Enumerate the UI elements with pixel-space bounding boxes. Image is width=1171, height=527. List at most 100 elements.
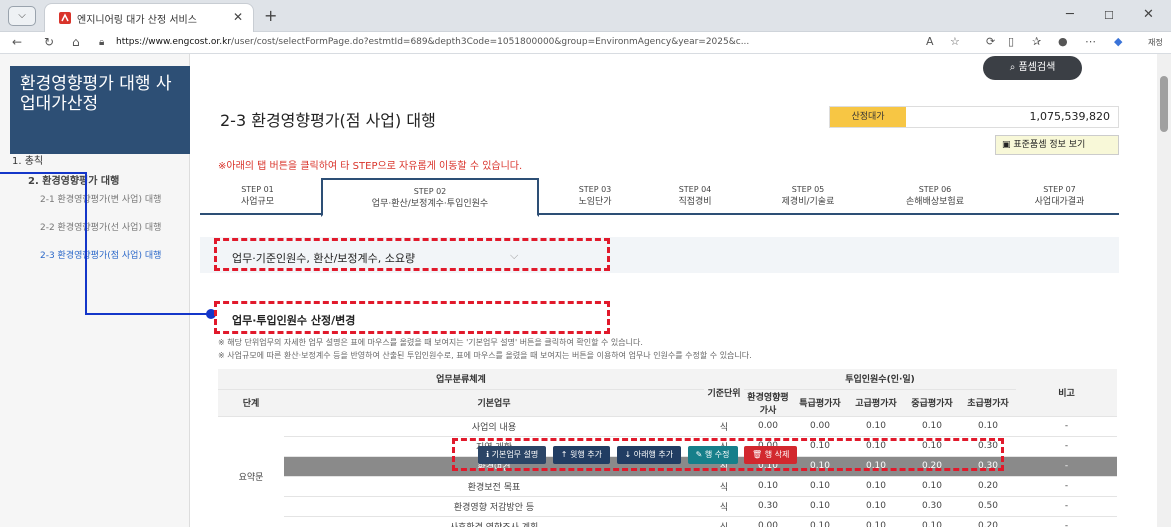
favorites-icon[interactable]: ✰ [1032,35,1041,48]
cost-summary: 산정대가 1,075,539,820 [829,106,1119,128]
sidebar-sub-item-2-1[interactable]: 2-1 환경영향평가(변 사업) 대행 [40,194,170,206]
value-cell: 0.30 [744,496,792,517]
url-field[interactable]: https://www.engcost.or.kr/user/cost/sele… [116,37,906,47]
highlight-box-section1 [214,238,610,271]
task-cell: 사업의 내용 [284,416,704,437]
task-cell: 사후환경 영향조사 계획 [284,516,704,527]
highlight-box-section2 [214,301,610,334]
value-cell: 0.10 [792,476,848,497]
sync-icon[interactable]: ⟳ [986,35,995,48]
site-favicon-icon [59,12,71,24]
profile-icon[interactable]: ● [1058,35,1068,48]
tab-step-05[interactable]: STEP 05 제경비/기술료 [748,178,868,214]
task-cell: 환경보전 목표 [284,476,704,497]
value-cell: 0.20 [960,516,1016,527]
tab-list-chevron-icon[interactable]: ⌵ [8,6,36,26]
read-aloud-icon[interactable]: A [926,35,934,48]
col-grade: 초급평가자 [960,389,1016,417]
annotation-connector-line [0,172,87,174]
home-icon[interactable]: ⌂ [72,35,80,49]
split-screen-icon[interactable]: ▯ [1008,35,1014,48]
table-row[interactable]: 사후환경 영향조사 계획 식 0.00 0.10 0.10 0.10 0.20 … [218,516,1117,527]
search-button-label: 품셈검색 [1018,62,1056,73]
step-number: STEP 07 [1043,185,1076,194]
sidebar-sub-item-2-2[interactable]: 2-2 환경영향평가(선 사업) 대행 [40,222,170,234]
tab-step-04[interactable]: STEP 04 직접경비 [645,178,745,214]
std-info-label: 표준품셈 정보 보기 [1013,140,1086,150]
page-scrollbar[interactable] [1157,54,1171,527]
table-row[interactable]: 요약문 사업의 내용 식 0.00 0.00 0.10 0.10 0.10 - [218,416,1117,527]
maximize-icon[interactable]: ☐ [1104,9,1114,22]
annotation-connector-line [85,313,212,315]
note-cell: - [1016,516,1117,527]
sidebar-item-general[interactable]: 1. 총칙 [12,152,43,167]
new-tab-icon[interactable]: + [264,6,277,25]
annotation-connector-line [85,172,87,314]
tab-notice: ※아래의 탭 버튼을 클릭하여 타 STEP으로 자유롭게 이동할 수 있습니다… [218,161,523,172]
refresh-icon[interactable]: ↻ [44,35,54,49]
sidebar-sub-item-2-3[interactable]: 2-3 환경영향평가(점 사업) 대행 [40,250,170,262]
col-note: 비고 [1016,369,1117,417]
tab-step-02[interactable]: STEP 02 업무·환산/보정계수·투입인원수 [321,178,539,217]
lock-icon: 🔒︎ [99,37,105,48]
minimize-icon[interactable]: ─ [1066,7,1074,22]
step-number: STEP 01 [241,185,274,194]
value-cell: 0.50 [960,496,1016,517]
value-cell: 0.10 [848,416,904,437]
value-cell: 0.10 [904,476,960,497]
col-group-people: 투입인원수(인·일) [744,369,1016,390]
address-bar: ← ↻ ⌂ 🔒︎ https://www.engcost.or.kr/user/… [0,32,1171,54]
sidebar-item-eia[interactable]: 2. 환경영향평가 대행 [28,172,119,187]
left-sidebar: 환경영향평가 대행 사업대가산정 1. 총칙 2. 환경영향평가 대행 2-1 … [0,54,190,527]
browser-tab[interactable]: 엔지니어링 대가 산정 서비스 ✕ [44,3,254,32]
tab-step-03[interactable]: STEP 03 노임단가 [545,178,645,214]
tab-title: 엔지니어링 대가 산정 서비스 [77,15,197,26]
value-cell: 0.10 [960,416,1016,437]
favorite-star-icon[interactable]: ☆ [950,35,960,48]
page-title: 2-3 환경영향평가(점 사업) 대행 [220,111,436,130]
cost-label: 산정대가 [830,107,906,127]
window-close-icon[interactable]: ✕ [1143,7,1154,22]
value-cell: 0.30 [904,496,960,517]
sidebar-title: 환경영향평가 대행 사업대가산정 [10,66,190,154]
tab-step-01[interactable]: STEP 01 사업규모 [200,178,315,214]
back-icon[interactable]: ← [12,35,22,49]
step-label: 사업대가결과 [1034,197,1085,207]
col-unit: 기준단위 [704,369,744,417]
browser-tab-bar: ⌵ 엔지니어링 대가 산정 서비스 ✕ + ─ ☐ ✕ [0,0,1171,32]
step-label: 직접경비 [678,197,712,207]
col-basic-task: 기본업무 [284,389,704,417]
unit-cell: 식 [704,496,744,517]
unit-cell: 식 [704,476,744,497]
tab-step-06[interactable]: STEP 06 손해배상보험료 [870,178,1000,214]
tab-step-07[interactable]: STEP 07 사업대가결과 [1000,178,1119,214]
value-cell: 0.10 [848,496,904,517]
copilot-icon[interactable]: ◆ [1114,35,1122,48]
step-tabs: STEP 01 사업규모 STEP 02 업무·환산/보정계수·투입인원수 STEP… [200,178,1119,217]
table-row[interactable]: 환경영향 저감방안 등 식 0.30 0.10 0.10 0.30 0.50 - [218,496,1117,517]
notice-line: ※ 사업규모에 따른 환산·보정계수 등을 반영하여 산출된 투입인원수로, 표… [218,351,752,360]
step-number: STEP 02 [413,187,447,196]
note-cell: - [1016,416,1117,437]
step-label: 제경비/기술료 [781,197,835,207]
value-cell: 0.10 [792,516,848,527]
tab-close-icon[interactable]: ✕ [233,10,243,24]
step-number: STEP 03 [578,185,612,194]
col-grade: 환경영향평가사 [744,389,792,417]
step-label: 노임단가 [578,197,612,207]
value-cell: 0.10 [792,496,848,517]
table-row[interactable]: 환경보전 목표 식 0.10 0.10 0.10 0.10 0.20 - [218,476,1117,497]
more-icon[interactable]: ⋯ [1085,35,1096,48]
book-icon: ▣ [1002,140,1014,150]
profile-label: 재정 [1148,38,1163,47]
step-label: 업무·환산/보정계수·투입인원수 [371,199,489,209]
stage-cell: 요약문 [218,416,284,527]
col-grade: 고급평가자 [848,389,904,417]
std-info-button[interactable]: ▣ 표준품셈 정보 보기 [995,135,1119,155]
value-cell: 0.10 [744,476,792,497]
task-cell: 환경영향 저감방안 등 [284,496,704,517]
url-host: https://www.engcost.or.kr [116,37,232,47]
standard-search-button[interactable]: ⌕ 품셈검색 [983,56,1082,80]
unit-cell: 식 [704,516,744,527]
scrollbar-thumb[interactable] [1160,76,1168,132]
